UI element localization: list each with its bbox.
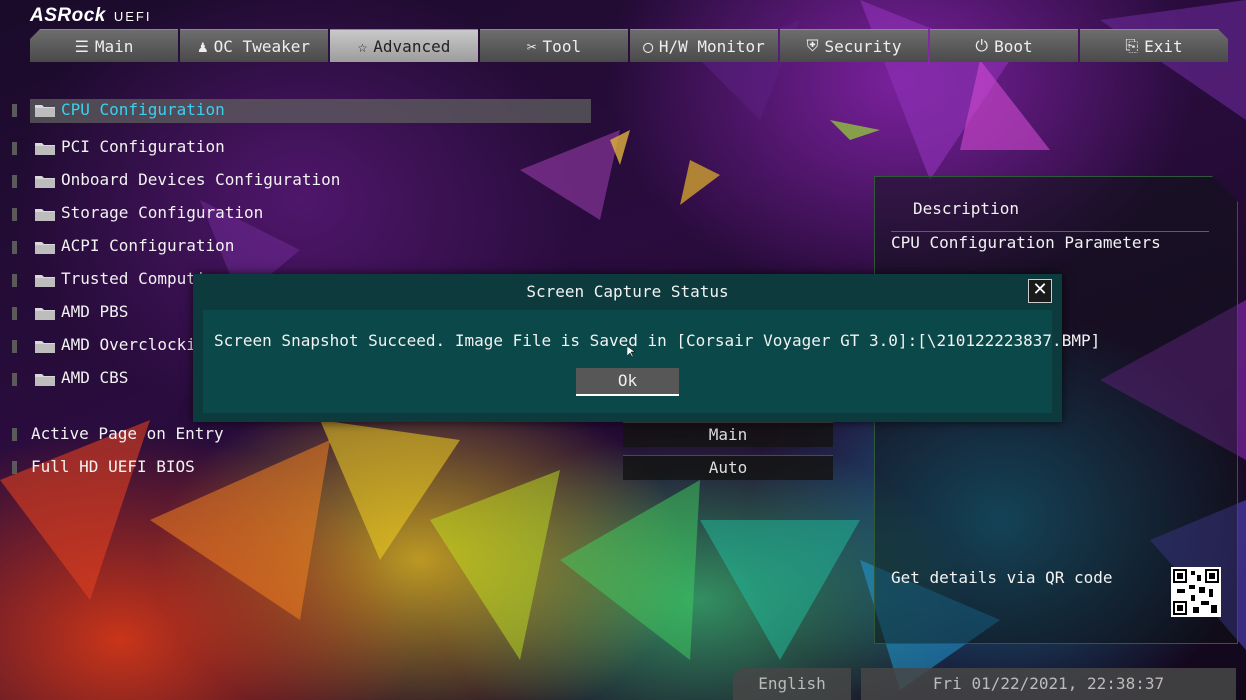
dialog-body: Screen Snapshot Succeed. Image File is S… — [203, 310, 1100, 413]
setting-label: Active Page on Entry — [31, 424, 224, 443]
setting-label: Full HD UEFI BIOS — [31, 457, 195, 476]
folder-icon — [35, 275, 55, 287]
menu-item-label: Onboard Devices Configuration — [61, 170, 341, 189]
tab-label: Security — [824, 36, 902, 56]
menu-item-pci-configuration[interactable]: PCI Configuration — [0, 131, 600, 164]
brand-product: UEFI — [113, 9, 152, 24]
exit-icon: ⎘ — [1125, 36, 1139, 55]
folder-icon — [35, 176, 55, 188]
power-icon: ⏻ — [975, 36, 989, 55]
qr-code-icon — [1171, 567, 1221, 617]
tab-label: Main — [94, 36, 134, 56]
menu-item-label: ACPI Configuration — [61, 236, 235, 255]
divider — [891, 231, 1209, 232]
mouse-cursor-icon — [627, 346, 635, 358]
datetime-display: Fri 01/22/2021, 22:38:37 — [861, 668, 1236, 700]
folder-icon — [35, 242, 55, 254]
list-icon: ☰ — [74, 36, 89, 56]
rocket-icon: ♟ — [198, 36, 208, 56]
setting-full-hd-uefi-bios: Full HD UEFI BIOS Auto — [0, 455, 840, 481]
folder-icon — [35, 341, 55, 353]
menu-item-label: CPU Configuration — [61, 100, 225, 119]
star-icon: ☆ — [357, 36, 368, 56]
item-marker — [12, 104, 17, 117]
tab-boot[interactable]: ⏻ Boot — [930, 29, 1078, 62]
item-marker — [12, 428, 17, 441]
shield-icon: ⛨ — [806, 36, 819, 55]
menu-item-onboard-devices-configuration[interactable]: Onboard Devices Configuration — [0, 164, 600, 197]
folder-icon — [35, 105, 55, 117]
dialog-title: Screen Capture Status — [526, 282, 729, 301]
folder-icon — [35, 209, 55, 221]
tools-icon: ✂ — [526, 36, 537, 56]
setting-active-page-on-entry: Active Page on Entry Main — [0, 422, 840, 448]
menu-item-label: Storage Configuration — [61, 203, 264, 222]
qr-label: Get details via QR code — [891, 568, 1113, 587]
tab-label: Tool — [542, 36, 582, 56]
tab-tool[interactable]: ✂ Tool — [480, 29, 628, 62]
setting-value-dropdown[interactable]: Main — [623, 422, 833, 447]
tab-security[interactable]: ⛨ Security — [780, 29, 928, 62]
menu-item-label: PCI Configuration — [61, 137, 225, 156]
item-marker — [12, 461, 17, 474]
language-selector[interactable]: English — [733, 668, 851, 700]
ok-button[interactable]: Ok — [576, 368, 679, 396]
setting-value-dropdown[interactable]: Auto — [623, 455, 833, 480]
item-marker — [12, 340, 17, 353]
tab-label: Exit — [1144, 36, 1183, 56]
tab-label: OC Tweaker — [213, 36, 310, 56]
main-tab-bar: ☰ Main ♟ OC Tweaker ☆ Advanced ✂ Tool ◯ … — [30, 29, 1228, 62]
item-marker — [12, 175, 17, 188]
item-marker — [12, 142, 17, 155]
menu-item-cpu-configuration[interactable]: CPU Configuration — [0, 98, 600, 131]
brand-name: ASRock — [30, 5, 106, 26]
folder-icon — [35, 374, 55, 386]
menu-item-label: AMD Overclocking — [61, 335, 216, 354]
tab-label: Boot — [994, 36, 1033, 56]
item-marker — [12, 241, 17, 254]
brand-logo: ASRock UEFI — [30, 5, 151, 27]
description-text: CPU Configuration Parameters — [891, 233, 1161, 252]
item-marker — [12, 373, 17, 386]
menu-item-storage-configuration[interactable]: Storage Configuration — [0, 197, 600, 230]
tab-hw-monitor[interactable]: ◯ H/W Monitor — [630, 29, 778, 62]
folder-icon — [35, 143, 55, 155]
tab-label: Advanced — [373, 36, 451, 56]
menu-item-label: AMD PBS — [61, 302, 129, 321]
menu-item-label: AMD CBS — [61, 368, 129, 387]
tab-main[interactable]: ☰ Main — [30, 29, 178, 62]
tab-oc-tweaker[interactable]: ♟ OC Tweaker — [180, 29, 328, 62]
item-marker — [12, 274, 17, 287]
tab-exit[interactable]: ⎘ Exit — [1080, 29, 1228, 62]
close-icon[interactable]: ✕ — [1028, 279, 1052, 303]
tab-advanced[interactable]: ☆ Advanced — [330, 29, 478, 62]
item-marker — [12, 208, 17, 221]
monitor-icon: ◯ — [643, 36, 653, 56]
item-marker — [12, 307, 17, 320]
folder-icon — [35, 308, 55, 320]
menu-item-acpi-configuration[interactable]: ACPI Configuration — [0, 230, 600, 263]
description-title: Description — [913, 199, 1019, 218]
tab-label: H/W Monitor — [658, 36, 765, 56]
dialog-message: Screen Snapshot Succeed. Image File is S… — [214, 331, 1101, 350]
